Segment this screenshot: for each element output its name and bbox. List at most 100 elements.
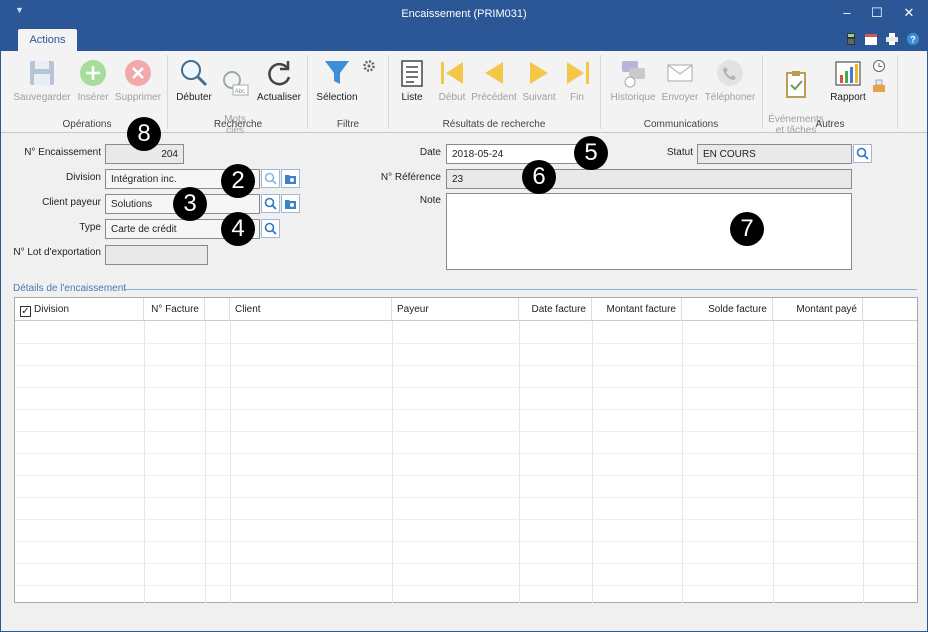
grid-column-line [682, 321, 683, 603]
close-button[interactable]: ✕ [895, 4, 923, 24]
history-button[interactable]: Historique [607, 57, 659, 103]
next-record-icon [530, 62, 548, 84]
table-row [15, 409, 917, 410]
date-label: Date [419, 147, 441, 158]
keyword-search-icon: Abc [223, 71, 249, 96]
column-header-payeur[interactable]: Payeur [392, 298, 519, 321]
no-reference-field[interactable]: 23 [446, 169, 852, 189]
callout-badge: 7 [730, 212, 764, 246]
select-all-checkbox[interactable]: ✓ [20, 306, 31, 317]
no-encaissement-label: N° Encaissement [24, 147, 101, 158]
no-reference-label: N° Référence [380, 172, 441, 183]
column-header-date-facture[interactable]: Date facture [519, 298, 592, 321]
group-separator [167, 55, 168, 129]
statut-field[interactable]: EN COURS [697, 144, 852, 164]
save-icon [30, 61, 54, 85]
first-record-icon [441, 62, 463, 84]
grid-column-line [519, 321, 520, 603]
refresh-button[interactable]: Actualiser [254, 57, 304, 103]
statut-search-button[interactable] [853, 144, 872, 163]
printer-icon[interactable] [886, 33, 898, 45]
send-button[interactable]: Envoyer [660, 57, 700, 103]
phone-button[interactable]: Téléphoner [702, 57, 758, 103]
clock-history-icon[interactable] [872, 59, 886, 73]
table-row [15, 475, 917, 476]
type-search-button[interactable] [261, 219, 280, 238]
plus-circle-icon [80, 60, 106, 86]
table-row [15, 453, 917, 454]
selection-button[interactable]: Sélection [313, 57, 361, 103]
next-button[interactable]: Suivant [520, 57, 558, 103]
group-separator [600, 55, 601, 129]
save-button[interactable]: Sauvegarder [12, 57, 72, 103]
grid-column-line [230, 321, 231, 603]
callout-badge: 8 [127, 117, 161, 151]
group-label-search: Recherche [213, 119, 263, 130]
delete-button[interactable]: Supprimer [112, 57, 164, 103]
details-grid[interactable]: ✓ Division N° Facture Client Payeur Date … [14, 297, 918, 603]
client-payeur-search-button[interactable] [261, 194, 280, 213]
no-lot-field[interactable] [105, 245, 208, 265]
last-button[interactable]: Fin [561, 57, 593, 103]
insert-button[interactable]: Insérer [74, 57, 112, 103]
help-icon[interactable]: ? [907, 33, 919, 45]
column-header-division[interactable]: ✓ Division [15, 298, 144, 321]
phone-icon [717, 60, 743, 86]
inbox-icon[interactable] [872, 79, 886, 93]
column-header-blank [205, 298, 230, 321]
previous-button[interactable]: Précédent [469, 57, 519, 103]
client-payeur-open-button[interactable] [281, 194, 300, 213]
folder-search-icon [285, 175, 296, 184]
report-button[interactable]: Rapport [827, 57, 869, 103]
calendar-icon[interactable] [865, 33, 877, 45]
column-header-montant-paye[interactable]: Montant payé [773, 298, 863, 321]
calculator-icon[interactable] [845, 33, 857, 45]
callout-badge: 2 [221, 164, 255, 198]
callout-badge: 3 [173, 187, 207, 221]
previous-record-icon [485, 62, 503, 84]
history-icon [622, 61, 645, 88]
envelope-icon [667, 64, 693, 82]
filter-icon [325, 61, 349, 84]
details-section-divider [125, 289, 917, 290]
group-separator [307, 55, 308, 129]
group-label-search-results: Résultats de recherche [442, 119, 546, 130]
list-button[interactable]: Liste [395, 57, 429, 103]
search-icon [856, 147, 869, 160]
bar-chart-icon [835, 61, 861, 86]
column-header-montant-facture[interactable]: Montant facture [592, 298, 682, 321]
grid-column-line [205, 321, 206, 603]
group-label-filter: Filtre [336, 119, 360, 130]
grid-column-line [392, 321, 393, 603]
column-header-solde-facture[interactable]: Solde facture [682, 298, 773, 321]
first-button[interactable]: Début [433, 57, 471, 103]
last-record-icon [567, 62, 589, 84]
gear-icon[interactable] [362, 59, 376, 73]
table-row [15, 497, 917, 498]
table-row [15, 563, 917, 564]
division-open-button[interactable] [281, 169, 300, 188]
no-lot-label: N° Lot d'exportation [13, 247, 101, 258]
grid-column-line [592, 321, 593, 603]
group-label-communications: Communications [643, 119, 719, 130]
refresh-icon [268, 61, 291, 86]
table-row [15, 343, 917, 344]
table-row [15, 519, 917, 520]
grid-column-line [144, 321, 145, 603]
grid-header: ✓ Division N° Facture Client Payeur Date … [15, 298, 917, 321]
client-payeur-label: Client payeur [42, 197, 101, 208]
start-search-button[interactable]: Débuter [172, 57, 216, 103]
column-header-no-facture[interactable]: N° Facture [144, 298, 205, 321]
column-header-client[interactable]: Client [230, 298, 392, 321]
statut-label: Statut [666, 147, 693, 158]
maximize-button[interactable]: ☐ [863, 4, 891, 24]
delete-circle-icon [125, 60, 151, 86]
division-search-button[interactable] [261, 169, 280, 188]
list-icon [401, 60, 423, 87]
minimize-button[interactable]: – [833, 4, 861, 24]
group-separator [388, 55, 389, 129]
callout-badge: 4 [221, 212, 255, 246]
search-icon [264, 197, 277, 210]
note-field[interactable] [446, 193, 852, 270]
tab-actions[interactable]: Actions [18, 29, 77, 51]
